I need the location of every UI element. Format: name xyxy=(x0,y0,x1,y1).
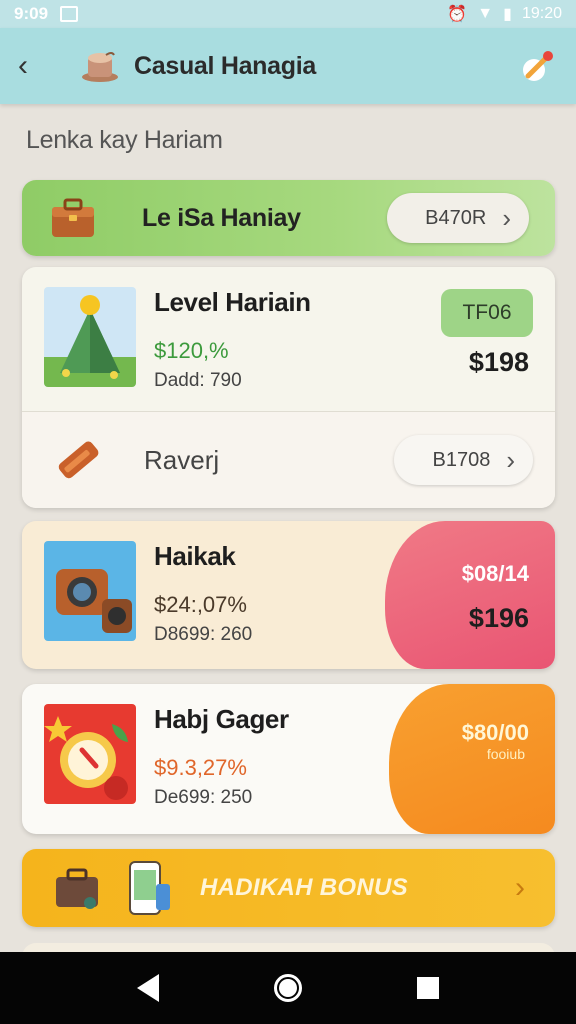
offer-name: Habj Gager xyxy=(154,704,289,734)
level-price: $198 xyxy=(468,347,529,377)
nav-back-icon[interactable] xyxy=(137,974,160,1002)
footer-button[interactable]: B1708 › xyxy=(394,435,533,485)
status-bar: 9:09 ⏰ ▼ ▮ 19:20 xyxy=(0,0,576,28)
notification-icon xyxy=(60,6,79,22)
level-card[interactable]: Level Hariain $120,% Dadd: 790 TF06 $198… xyxy=(22,267,555,508)
bonus-label: HADIKAH BONUS xyxy=(200,874,408,901)
offer-percent: $24:,07% xyxy=(154,592,247,617)
camera-thumbnail-icon xyxy=(44,541,136,641)
level-badge: TF06 xyxy=(441,289,533,337)
section-title: Lenka kay Hariam xyxy=(26,126,223,154)
suitcase-icon xyxy=(56,868,98,909)
ruler-tool-icon xyxy=(58,441,99,479)
system-nav-bar xyxy=(0,952,576,1024)
app-title: Casual Hanagia xyxy=(134,51,316,80)
level-sub: Dadd: 790 xyxy=(154,370,242,391)
compass-thumbnail-icon xyxy=(44,704,136,804)
level-percent: $120,% xyxy=(154,338,229,363)
nav-home-icon[interactable] xyxy=(273,974,302,1002)
status-clock: 19:20 xyxy=(521,5,562,22)
footer-button-label: B1708 xyxy=(432,448,491,471)
level-name: Level Hariain xyxy=(154,287,311,317)
briefcase-icon xyxy=(52,198,94,237)
back-button[interactable]: ‹ xyxy=(18,49,54,83)
offer-sub: D8699: 260 xyxy=(154,624,253,645)
banner-button[interactable]: B470R › xyxy=(387,193,529,243)
edit-tools-icon[interactable] xyxy=(518,46,558,86)
offer-card[interactable]: Haikak $24:,07% D8699: 260 $08/14 $196 xyxy=(22,521,555,669)
bonus-bar[interactable]: HADIKAH BONUS › xyxy=(22,849,555,927)
offer-card[interactable]: Habj Gager $9.3,27% De699: 250 $80/00 fo… xyxy=(22,684,555,834)
banner-button-label: B470R xyxy=(425,206,487,229)
status-time: 9:09 xyxy=(14,4,49,23)
featured-banner[interactable]: Le iSa Haniay B470R › xyxy=(22,180,555,256)
offer-blob-price: $80/00 xyxy=(461,720,529,745)
phone-icon xyxy=(129,861,170,915)
offer-blob-price: $08/14 xyxy=(461,561,529,586)
chevron-right-icon: › xyxy=(515,871,525,904)
stump-logo-icon xyxy=(82,52,118,82)
banner-title: Le iSa Haniay xyxy=(142,203,301,232)
chevron-right-icon: › xyxy=(506,444,515,475)
footer-label: Raverj xyxy=(144,444,220,475)
offer-sub: De699: 250 xyxy=(154,787,253,808)
tent-thumbnail-icon xyxy=(44,287,136,387)
offer-price: $196 xyxy=(468,603,529,633)
battery-icon: ▮ xyxy=(503,6,512,23)
status-icons: ⏰ ▼ ▮ 19:20 xyxy=(447,4,562,24)
nav-recents-icon[interactable] xyxy=(416,977,439,999)
alarm-icon: ⏰ xyxy=(447,6,468,23)
chevron-right-icon: › xyxy=(502,202,511,233)
app-bar: ‹ Casual Hanagia xyxy=(0,28,576,104)
offer-name: Haikak xyxy=(154,541,236,571)
offer-blob-sub: fooiub xyxy=(486,746,525,762)
offer-percent: $9.3,27% xyxy=(154,755,247,780)
wifi-icon: ▼ xyxy=(477,5,494,22)
